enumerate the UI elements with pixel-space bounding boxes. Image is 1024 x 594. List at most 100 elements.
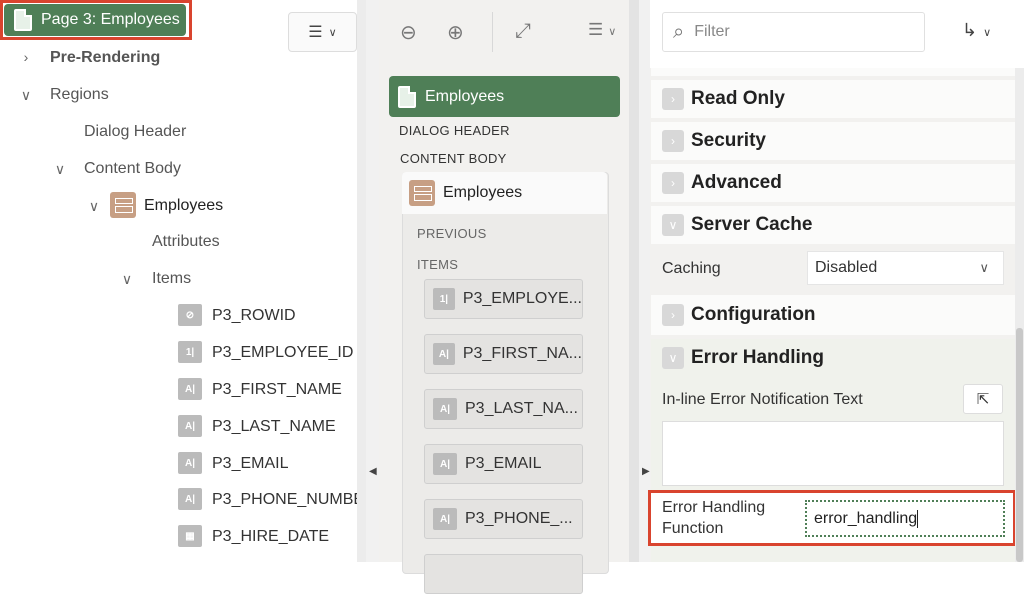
section-title: Server Cache (691, 214, 813, 235)
filter-placeholder: Filter (694, 23, 730, 40)
layout-item[interactable]: A| P3_LAST_NA... (424, 389, 583, 429)
caching-value: Disabled (815, 259, 878, 276)
chevron-down-icon[interactable]: ∨ (19, 87, 33, 104)
hidden-icon: ⊘ (178, 304, 202, 326)
expand-icon[interactable]: ⤢ (515, 20, 531, 43)
section-title: Advanced (691, 172, 782, 193)
number-field-icon: 1| (178, 341, 202, 363)
text-field-icon: A| (433, 508, 457, 530)
tree-node-attributes[interactable]: Attributes (152, 233, 220, 251)
chevron-down-icon: ∨ (979, 260, 989, 275)
menu-icon[interactable]: ☰ ∨ (588, 20, 616, 40)
date-picker-icon: ▦ (178, 525, 202, 547)
tree-pane: Page 3: Employees ☰ ∨ › Pre-Rendering ∨ … (0, 0, 366, 562)
collapse-left-icon[interactable]: ◀ (369, 466, 377, 477)
page-icon (398, 85, 416, 108)
caching-select[interactable]: Disabled ∨ (807, 251, 1004, 285)
section-server-cache[interactable]: ∨ Server Cache (651, 206, 1015, 244)
layout-page-card[interactable]: Employees (389, 76, 620, 117)
layout-item[interactable]: 1| P3_EMPLOYE... (424, 279, 583, 319)
expand-editor-button[interactable]: ⇱ (963, 384, 1003, 414)
layout-scrollbar[interactable] (629, 0, 639, 562)
zoom-out-icon[interactable]: ⊖ (400, 20, 417, 45)
tree-item[interactable]: P3_EMPLOYEE_ID (212, 344, 353, 362)
chevron-down-icon[interactable]: ∨ (53, 161, 67, 178)
section-title: Security (691, 130, 766, 151)
region-icon (110, 192, 136, 218)
chevron-down-icon: ∨ (328, 26, 337, 39)
layout-item[interactable]: A| P3_FIRST_NA... (424, 334, 583, 374)
tree-node-pre-rendering[interactable]: Pre-Rendering (50, 49, 160, 67)
inline-error-textarea[interactable] (662, 421, 1004, 486)
chevron-down-icon: ∨ (662, 214, 684, 236)
layout-region-label: Employees (443, 184, 523, 201)
layout-position-label: PREVIOUS (417, 226, 487, 241)
layout-page-label: Employees (425, 87, 505, 105)
highlight-box (648, 490, 1016, 546)
layout-item[interactable]: A| P3_EMAIL (424, 444, 583, 484)
tree-item[interactable]: P3_HIRE_DATE (212, 528, 329, 546)
text-field-icon: A| (433, 398, 457, 420)
tree-node-items[interactable]: Items (152, 270, 191, 288)
go-to-group-icon[interactable]: ↳ ∨ (962, 20, 991, 41)
chevron-right-icon: › (662, 172, 684, 194)
zoom-in-icon[interactable]: ⊕ (447, 20, 464, 45)
open-editor-icon: ⇱ (976, 391, 990, 408)
layout-item-label: P3_FIRST_NA... (462, 345, 582, 362)
chevron-down-icon[interactable]: ∨ (120, 271, 134, 288)
filter-input[interactable]: ⌕ Filter (662, 12, 925, 52)
layout-position-label: DIALOG HEADER (399, 123, 510, 138)
property-scrollbar[interactable] (1015, 68, 1024, 562)
chevron-right-icon: › (662, 88, 684, 110)
chevron-down-icon[interactable]: ∨ (87, 198, 101, 215)
tree-item[interactable]: P3_ROWID (212, 307, 296, 325)
layout-position-label: ITEMS (417, 257, 459, 272)
collapse-right-icon[interactable]: ▶ (642, 466, 650, 477)
caching-label: Caching (662, 260, 721, 277)
text-field-icon: A| (433, 343, 455, 365)
section-title: Error Handling (691, 347, 825, 368)
tree-item[interactable]: P3_PHONE_NUMBER (212, 491, 366, 509)
layout-item-label: P3_PHONE_... (465, 510, 573, 527)
section-security[interactable]: › Security (651, 122, 1015, 160)
section-advanced[interactable]: › Advanced (651, 164, 1015, 202)
layout-region-header[interactable]: Employees (402, 172, 607, 214)
text-field-icon: A| (178, 452, 202, 474)
tree-item[interactable]: P3_EMAIL (212, 455, 288, 473)
search-icon: ⌕ (673, 20, 685, 43)
pane-splitter[interactable] (366, 0, 379, 562)
section-configuration[interactable]: › Configuration (651, 295, 1015, 335)
text-field-icon: A| (178, 415, 202, 437)
section-error-handling[interactable]: ∨ Error Handling (651, 339, 1015, 377)
number-field-icon: 1| (433, 288, 455, 310)
tree-node-regions[interactable]: Regions (50, 86, 109, 104)
layout-position-label: CONTENT BODY (400, 151, 507, 166)
text-field-icon: A| (433, 453, 457, 475)
layout-item[interactable]: A| P3_PHONE_... (424, 499, 583, 539)
tree-node-employees[interactable]: Employees (144, 197, 223, 215)
chevron-down-icon: ∨ (662, 347, 684, 369)
layout-item[interactable] (424, 554, 583, 594)
region-icon (409, 180, 435, 206)
layout-item-label: P3_EMAIL (465, 455, 542, 472)
chevron-right-icon: › (662, 130, 684, 152)
tree-node-content-body[interactable]: Content Body (84, 160, 181, 178)
scrollbar-thumb[interactable] (1016, 328, 1023, 562)
chevron-right-icon: › (662, 304, 684, 326)
tree-menu-button[interactable]: ☰ ∨ (288, 12, 357, 52)
chevron-right-icon[interactable]: › (19, 49, 33, 65)
tree-scrollbar[interactable] (357, 0, 366, 562)
tree-node-dialog-header[interactable]: Dialog Header (84, 123, 186, 141)
section-read-only[interactable]: › Read Only (651, 80, 1015, 118)
layout-item-label: P3_LAST_NA... (465, 400, 578, 417)
section-partial (651, 68, 1015, 76)
inline-error-label: In-line Error Notification Text (662, 391, 863, 408)
highlight-box (0, 0, 192, 40)
section-title: Read Only (691, 88, 785, 109)
tree-item[interactable]: P3_FIRST_NAME (212, 381, 342, 399)
toolbar-divider (492, 12, 493, 52)
pane-splitter[interactable] (639, 0, 650, 562)
text-field-icon: A| (178, 488, 202, 510)
tree-item[interactable]: P3_LAST_NAME (212, 418, 336, 436)
section-title: Configuration (691, 304, 816, 325)
